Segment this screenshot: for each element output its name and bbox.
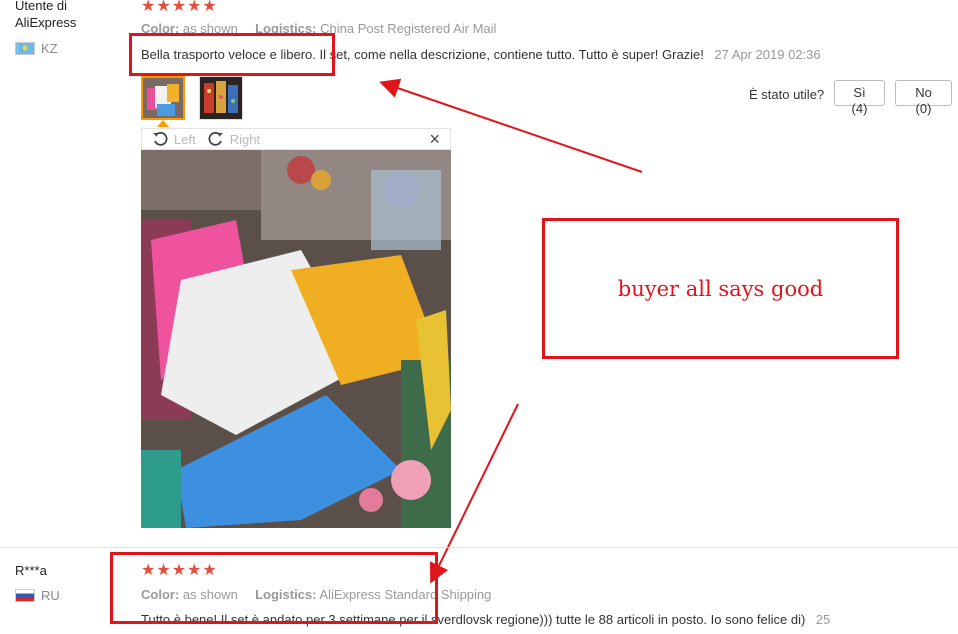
arrow-to-review2	[430, 403, 519, 584]
highlight-box-review2	[110, 552, 438, 624]
ru-flag-icon	[15, 589, 35, 602]
country-code-2: RU	[41, 588, 60, 603]
reviewer-name-2: R***a	[15, 563, 47, 578]
reviewer-country-2: RU	[15, 588, 60, 603]
review-date-2: 25	[815, 612, 831, 627]
annotation-arrows	[379, 78, 643, 584]
arrow-to-review1	[379, 78, 643, 173]
review-divider	[0, 547, 958, 548]
